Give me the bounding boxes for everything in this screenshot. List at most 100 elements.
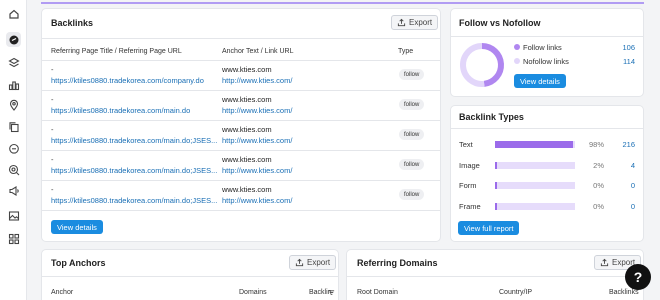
link-url[interactable]: http://www.kties.com/	[222, 196, 292, 205]
row-divider	[42, 210, 440, 211]
search-target-icon[interactable]	[6, 162, 21, 177]
home-icon[interactable]	[6, 6, 21, 21]
type-count[interactable]: 0	[609, 202, 635, 211]
apps-grid-icon[interactable]	[6, 231, 21, 246]
upload-icon	[295, 258, 304, 267]
type-percent: 2%	[593, 160, 604, 170]
type-percent: 0%	[593, 201, 604, 211]
top-anchors-card: Top Anchors Export Anchor Domains Backli…	[41, 249, 339, 300]
help-button[interactable]: ?	[625, 264, 651, 290]
anchor-text: www.kties.com	[222, 95, 272, 104]
row-title: -	[51, 125, 54, 134]
row-title: -	[51, 185, 54, 194]
row-title: -	[51, 95, 54, 104]
header-divider	[42, 60, 440, 61]
follow-nofollow-card: Follow vs Nofollow Follow links 106 Nofo…	[450, 8, 644, 97]
view-full-report-button[interactable]: View full report	[458, 221, 520, 235]
type-count[interactable]: 216	[609, 140, 635, 149]
row-divider	[42, 120, 440, 121]
follow-links-value[interactable]: 106	[605, 43, 635, 52]
type-percent: 0%	[593, 181, 604, 190]
anchors-export-button[interactable]: Export	[289, 255, 337, 270]
layers-icon[interactable]	[6, 55, 21, 70]
type-bar-track	[495, 202, 575, 210]
types-title: Backlink Types	[459, 112, 524, 122]
type-count[interactable]: 0	[609, 181, 635, 190]
anchor-text: www.kties.com	[222, 185, 272, 194]
type-count[interactable]: 4	[609, 161, 635, 170]
type-badge: follow	[399, 69, 425, 80]
domains-title: Referring Domains	[357, 258, 438, 268]
types-row: Text 98% 216	[451, 138, 643, 152]
follow-legend-dot	[514, 44, 520, 50]
follow-view-details-button[interactable]: View details	[514, 74, 566, 88]
backlinks-export-button[interactable]: Export	[391, 15, 439, 30]
type-badge: follow	[399, 129, 425, 140]
follow-slice	[481, 43, 504, 87]
link-url[interactable]: http://www.kties.com/	[222, 166, 292, 175]
link-url[interactable]: http://www.kties.com/	[222, 76, 292, 85]
type-bar-fill	[495, 182, 497, 189]
link-url[interactable]: http://www.kties.com/	[222, 136, 292, 145]
row-divider	[42, 150, 440, 151]
sort-icon[interactable]	[328, 289, 335, 296]
type-label: Image	[459, 160, 480, 170]
divider	[451, 36, 643, 37]
link-url[interactable]: http://www.kties.com/	[222, 106, 292, 115]
nofollow-legend-dot	[514, 58, 520, 64]
referring-url-link[interactable]: https://ktiles0880.tradekorea.com/main.d…	[51, 166, 217, 175]
backlink-types-card: Backlink Types Text 98% 216 Image 2% 4 Form 0% 0…	[450, 105, 644, 242]
backlinks-title: Backlinks	[51, 18, 94, 28]
sidebar	[0, 0, 27, 300]
chat-icon[interactable]	[6, 141, 21, 156]
col-anchor: Anchor Text / Link URL	[222, 48, 294, 55]
row-title: -	[51, 65, 54, 74]
follow-title: Follow vs Nofollow	[459, 18, 541, 28]
col-anchor: Anchor	[51, 289, 74, 296]
divider	[42, 276, 338, 277]
image-icon[interactable]	[6, 208, 21, 223]
row-divider	[42, 90, 440, 91]
row-title: -	[51, 155, 54, 164]
type-bar-track	[495, 182, 575, 189]
col-backlinks: Backlinks	[609, 289, 639, 296]
referring-url-link[interactable]: https://ktiles0880.tradekorea.com/main.d…	[51, 196, 217, 205]
view-details-button[interactable]: View details	[51, 220, 103, 234]
type-badge: follow	[399, 159, 425, 170]
type-bar-fill	[495, 161, 497, 169]
referring-url-link[interactable]: https://ktiles0880.tradekorea.com/main.d…	[51, 106, 190, 115]
col-root-domain: Root Domain	[357, 289, 398, 296]
col-type: Type	[398, 48, 414, 55]
export-label: Export	[307, 258, 331, 267]
anchors-title: Top Anchors	[51, 258, 106, 268]
export-label: Export	[409, 18, 433, 27]
anchor-text: www.kties.com	[222, 155, 272, 164]
col-country-ip: Country/IP	[499, 289, 533, 296]
divider	[347, 276, 643, 277]
type-badge: follow	[399, 99, 425, 110]
col-referring-page: Referring Page Title / Referring Page UR…	[51, 48, 182, 55]
col-domains: Domains	[239, 289, 267, 296]
row-divider	[42, 180, 440, 181]
type-bar-fill	[495, 141, 574, 148]
referring-url-link[interactable]: https://ktiles0880.tradekorea.com/compan…	[51, 76, 204, 85]
copy-icon[interactable]	[6, 119, 21, 134]
anchor-text: www.kties.com	[222, 65, 272, 74]
referring-url-link[interactable]: https://ktiles0880.tradekorea.com/main.d…	[51, 136, 217, 145]
nofollow-links-value[interactable]: 114	[605, 57, 635, 66]
type-bar-track	[495, 161, 575, 169]
types-row: Form 0% 0	[451, 179, 643, 193]
nofollow-links-label: Nofollow links	[523, 57, 569, 66]
dashboard-icon[interactable]	[6, 32, 21, 47]
type-bar-fill	[495, 202, 497, 210]
backlinks-card: Backlinks Export Referring Page Title / …	[41, 8, 441, 242]
type-percent: 98%	[588, 140, 604, 149]
accent-line	[41, 2, 644, 4]
types-row: Image 2% 4	[451, 159, 643, 173]
megaphone-icon[interactable]	[6, 183, 21, 198]
location-pin-icon[interactable]	[6, 97, 21, 112]
type-label: Text	[459, 140, 473, 149]
bar-chart-icon[interactable]	[6, 77, 21, 92]
type-badge: follow	[399, 189, 425, 200]
nofollow-slice	[460, 43, 485, 87]
